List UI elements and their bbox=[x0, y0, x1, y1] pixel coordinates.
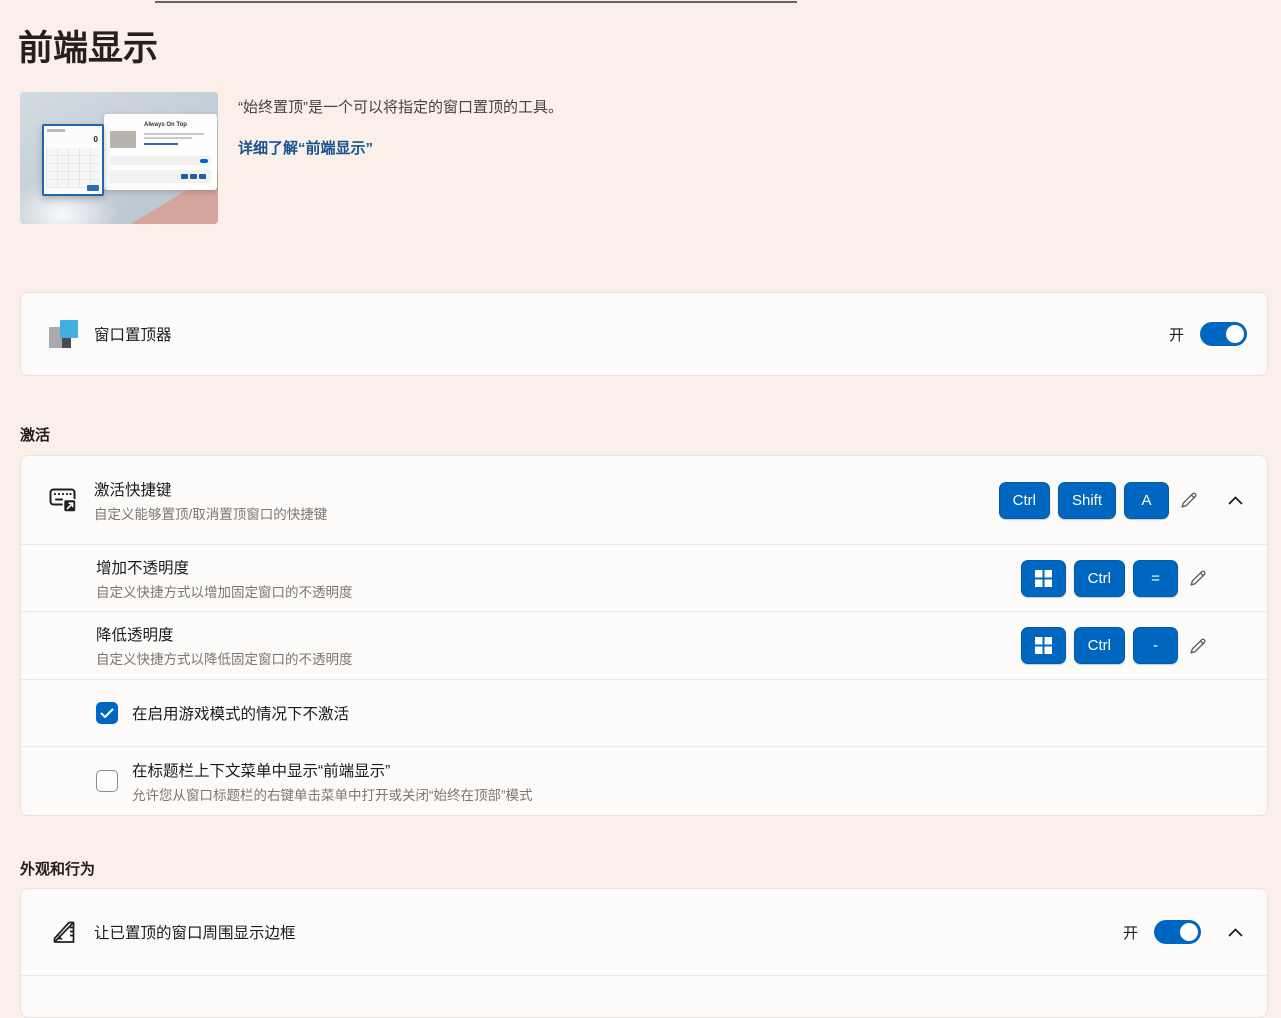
preview-setting-row bbox=[110, 170, 211, 183]
enable-toggle[interactable] bbox=[1200, 322, 1247, 346]
enable-row: 窗口置顶器 开 bbox=[21, 293, 1267, 375]
ruler-design-icon bbox=[49, 918, 79, 946]
preview-thumb bbox=[110, 131, 136, 148]
clipped-sub-row bbox=[21, 975, 1267, 1018]
learn-more-link[interactable]: 详细了解“前端显示” bbox=[238, 137, 373, 158]
title-menu-subtitle: 允许您从窗口标题栏的右键单击菜单中打开或关闭“始终在顶部”模式 bbox=[132, 784, 533, 804]
border-row[interactable]: 让已置顶的窗口周围显示边框 开 bbox=[21, 889, 1267, 975]
edit-shortcut-pencil-icon[interactable] bbox=[1186, 566, 1210, 590]
preview-toggle bbox=[200, 159, 208, 163]
chevron-up-icon[interactable] bbox=[1223, 920, 1247, 944]
preview-calc-equals bbox=[87, 185, 99, 191]
preview-keycap bbox=[181, 174, 188, 179]
decrease-opacity-row: 降低透明度 自定义快捷方式以降低固定窗口的不透明度 Ctrl - bbox=[21, 611, 1267, 679]
module-description: “始终置顶”是一个可以将指定的窗口置顶的工具。 bbox=[238, 96, 563, 117]
preview-window-title: Always On Top bbox=[144, 122, 187, 128]
preview-pinned-calculator-window: 0 bbox=[42, 124, 104, 196]
border-toggle-state-label: 开 bbox=[1123, 922, 1138, 943]
game-mode-label: 在启用游戏模式的情况下不激活 bbox=[132, 702, 349, 724]
preview-keycap bbox=[190, 174, 197, 179]
activation-card: 激活快捷键 自定义能够置顶/取消置顶窗口的快捷键 Ctrl Shift A 增加… bbox=[20, 455, 1268, 816]
preview-text-line bbox=[144, 133, 204, 135]
keycap-win[interactable] bbox=[1021, 560, 1066, 597]
keycap-equals[interactable]: = bbox=[1133, 560, 1178, 597]
shortcut-subtitle: 自定义能够置顶/取消置顶窗口的快捷键 bbox=[94, 503, 327, 523]
always-on-top-settings-page: { "page": { "title": "前端显示" }, "hero": {… bbox=[0, 0, 1281, 990]
increase-opacity-title: 增加不透明度 bbox=[96, 556, 353, 578]
appearance-card: 让已置顶的窗口周围显示边框 开 bbox=[20, 888, 1268, 1018]
preview-settings-window: Always On Top bbox=[104, 114, 217, 190]
decrease-opacity-title: 降低透明度 bbox=[96, 623, 353, 645]
module-preview-image: Always On Top 0 bbox=[20, 92, 218, 224]
keycap-shift[interactable]: Shift bbox=[1058, 482, 1116, 519]
keycap-a[interactable]: A bbox=[1124, 482, 1169, 519]
keycap-win[interactable] bbox=[1021, 627, 1066, 664]
title-menu-row: 在标题栏上下文菜单中显示“前端显示” 允许您从窗口标题栏的右键单击菜单中打开或关… bbox=[21, 746, 1267, 815]
shortcut-title: 激活快捷键 bbox=[94, 478, 327, 500]
edit-shortcut-pencil-icon[interactable] bbox=[1186, 634, 1210, 658]
keycap-ctrl[interactable]: Ctrl bbox=[1074, 560, 1125, 597]
keycap-ctrl[interactable]: Ctrl bbox=[999, 482, 1050, 519]
edit-shortcut-pencil-icon[interactable] bbox=[1177, 488, 1201, 512]
game-mode-checkbox[interactable] bbox=[96, 702, 118, 724]
decrease-opacity-subtitle: 自定义快捷方式以降低固定窗口的不透明度 bbox=[96, 648, 353, 668]
search-input-remnant[interactable] bbox=[155, 0, 797, 3]
enable-label: 窗口置顶器 bbox=[94, 323, 172, 345]
preview-calc-keys bbox=[46, 148, 100, 188]
keycap-minus[interactable]: - bbox=[1133, 627, 1178, 664]
game-mode-row: 在启用游戏模式的情况下不激活 bbox=[21, 679, 1267, 746]
section-heading-activation: 激活 bbox=[20, 424, 50, 445]
activation-shortcut-row[interactable]: 激活快捷键 自定义能够置顶/取消置顶窗口的快捷键 Ctrl Shift A bbox=[21, 456, 1267, 544]
enable-card: 窗口置顶器 开 bbox=[20, 292, 1268, 376]
page-title: 前端显示 bbox=[18, 20, 158, 71]
enable-toggle-state-label: 开 bbox=[1169, 324, 1184, 345]
preview-calc-menu bbox=[47, 129, 65, 132]
section-heading-appearance: 外观和行为 bbox=[20, 858, 95, 879]
increase-opacity-row: 增加不透明度 自定义快捷方式以增加固定窗口的不透明度 Ctrl = bbox=[21, 544, 1267, 611]
keycap-ctrl[interactable]: Ctrl bbox=[1074, 627, 1125, 664]
preview-calc-display: 0 bbox=[94, 135, 98, 144]
title-menu-label: 在标题栏上下文菜单中显示“前端显示” bbox=[132, 759, 533, 781]
keyboard-shortcut-icon bbox=[49, 486, 79, 514]
border-toggle[interactable] bbox=[1154, 920, 1201, 944]
always-on-top-module-icon bbox=[49, 319, 79, 349]
border-title: 让已置顶的窗口周围显示边框 bbox=[94, 921, 296, 943]
chevron-up-icon[interactable] bbox=[1223, 488, 1247, 512]
increase-opacity-subtitle: 自定义快捷方式以增加固定窗口的不透明度 bbox=[96, 581, 353, 601]
preview-keycap bbox=[199, 174, 206, 179]
preview-text-line bbox=[144, 137, 192, 139]
preview-setting-row bbox=[110, 156, 211, 165]
preview-link-line bbox=[144, 143, 178, 145]
title-menu-checkbox[interactable] bbox=[96, 770, 118, 792]
